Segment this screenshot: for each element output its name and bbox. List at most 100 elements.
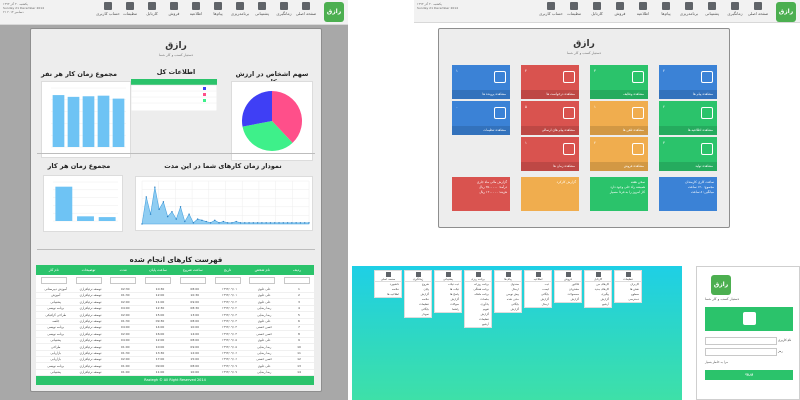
dashboard-tile[interactable]: ۲ مشاهده اطلاعیه ها [659,101,717,135]
nav-gear[interactable]: تنظیمات [118,2,142,16]
nav-cart[interactable]: فروش [608,2,632,16]
dropdown-item[interactable]: دسترسی [615,297,641,302]
nav-gear[interactable]: تنظیمات [562,2,586,16]
nav-mail[interactable]: پیام‌ها [206,2,230,16]
table-header-cell[interactable]: تاریخ [214,268,242,272]
table-header-cell[interactable]: نام کار [40,268,68,272]
nav-clock[interactable]: زمانگیری [723,2,747,16]
table-cell: طراحی گرافیکی [45,312,67,317]
dropdown-item[interactable]: ارسال [525,302,551,307]
nav-calendar[interactable]: برنامه‌ریزی [228,2,252,16]
table-cell: 2 [298,293,300,298]
remember-me-checkbox[interactable]: مرا به خاطر بسپار [705,360,728,364]
table-filter-input[interactable] [145,277,171,284]
dropdown-item[interactable]: نمودار [405,312,431,317]
tile-link[interactable]: مشاهده پیام های ارسالی [521,126,579,135]
mail-icon [214,2,222,10]
dropdown-header[interactable]: پیام ها [495,272,521,282]
dropdown-item[interactable]: گزارش [555,297,581,302]
table-filter-input[interactable] [179,277,206,284]
table-header-cell[interactable]: توضیحات [75,268,103,272]
tile-link[interactable]: مشاهده اطلاعیه ها [659,126,717,135]
dashboard-tile[interactable]: ۳ مشاهده تولید [659,137,717,171]
table-cell: برنامه نویسی [47,363,65,368]
dropdown-item[interactable]: آرشیو [465,322,491,327]
table-header-cell[interactable]: مدت [109,268,137,272]
nav-megaphone[interactable]: اطلاعیه [184,2,208,16]
dropdown-item[interactable]: اطلاعیه ها [375,292,401,297]
nav-megaphone[interactable]: اطلاعیه [631,2,655,16]
table-filter-input[interactable] [40,277,67,284]
dropdown-item[interactable]: گزارش [495,307,521,312]
dropdown-header[interactable]: برنامه ریزی [465,272,491,282]
dashboard-tile[interactable]: ۳ مشاهده وظایف [590,65,648,99]
nav-cart[interactable]: فروش [162,2,186,16]
cart-icon [170,2,178,10]
table-cell: 15:00 [190,357,200,362]
app-logo[interactable]: رازق [324,2,344,22]
table-filter-input[interactable] [75,277,102,284]
dropdown-header[interactable]: اطلاعیه [525,272,551,282]
dashboard-tile[interactable]: ۱ مشاهده تلفن ها [590,101,648,135]
dashboard-tile[interactable]: ۴ مشاهده درخواست ها [521,65,579,99]
table-header-cell[interactable]: ساعت پایان [144,268,172,272]
password-field[interactable] [705,348,777,356]
dashboard-tile[interactable]: ۰ مشاهده تنظیمات [452,101,510,135]
tile-link[interactable]: مشاهده فروش [590,162,648,171]
nav-grid[interactable]: کارتابل [140,2,164,16]
table-header-cell[interactable]: ردیف [283,268,311,272]
table-cell: 10 [297,344,301,349]
table-filter-input[interactable] [110,277,137,284]
tile-link[interactable]: مشاهده تولید [659,162,717,171]
table-filter-input[interactable] [249,277,276,284]
tile-link[interactable]: مشاهده تلفن ها [590,126,648,135]
nav-dropdown-menu: کارتابل کارهای من کارهای جدید پیگیری گزارش آر… [584,270,612,308]
nav-home[interactable]: صفحه اصلی [746,2,770,16]
nav-home[interactable]: صفحه اصلی [294,2,318,16]
tile-link[interactable]: مشاهده پرونده ها [452,90,510,99]
table-cell: 09:00 [190,344,200,349]
nav-ticket[interactable]: پشتیبانی [700,2,724,16]
login-submit-button[interactable]: ورود [705,370,793,380]
dashboard-tile[interactable]: ۲ مشاهده فروش [590,137,648,171]
tile-link[interactable]: مشاهده تنظیمات [452,126,510,135]
area-point [252,222,255,224]
nav-mail[interactable]: پیام‌ها [654,2,678,16]
grid-icon [593,2,601,10]
dropdown-header[interactable]: پشتیبانی [435,272,461,282]
dashboard-tile[interactable]: ۲ مشاهده پیام ها [659,65,717,99]
nav-user[interactable]: حساب کاربری [539,2,563,16]
dropdown-header[interactable]: فروش [555,272,581,282]
dashboard-tile[interactable]: ۵ مشاهده پیام های ارسالی [521,101,579,135]
nav-ticket[interactable]: پشتیبانی [250,2,274,16]
nav-label: حساب کاربری [539,11,563,16]
table-header-cell[interactable]: نام شخص [248,268,276,272]
tile-link[interactable]: مشاهده پیام ها [659,90,717,99]
dropdown-header[interactable]: تنظیمات [615,272,641,282]
table-header-cell[interactable]: ساعت شروع [179,268,207,272]
timeline-area-chart [141,180,310,225]
dropdown-item[interactable]: آرشیو [585,302,611,307]
dropdown-item[interactable]: راهنما [435,307,461,312]
tile-link[interactable]: مشاهده زمان ها [521,162,579,171]
table-filter-input[interactable] [214,277,241,284]
nav-user[interactable]: حساب کاربری [96,2,120,16]
table-filter-input[interactable] [284,277,310,284]
dropdown-header[interactable]: زمانگیری [405,272,431,282]
table-cell: ۱۳۹۳/۰۹/۰۱ [222,293,237,298]
app-logo-2[interactable]: رازق [776,2,796,22]
username-field[interactable] [705,337,777,345]
tile-link[interactable]: مشاهده درخواست ها [521,90,579,99]
table-cell: توسعه نرم‌افزاری [79,370,102,375]
table-cell: توسعه نرم‌افزاری [79,299,102,304]
nav-clock[interactable]: زمانگیری [272,2,296,16]
tile-link[interactable]: مشاهده وظایف [590,90,648,99]
nav-grid[interactable]: کارتابل [585,2,609,16]
dropdown-header[interactable]: کارتابل [585,272,611,282]
dashboard-tile[interactable]: ۱ مشاهده پرونده ها [452,65,510,99]
dropdown-header[interactable]: صفحه اصلی [375,272,401,282]
area-point [218,222,220,224]
dashboard-tile[interactable]: ۱ مشاهده زمان ها [521,137,579,171]
nav-calendar[interactable]: برنامه‌ریزی [677,2,701,16]
date-display-2: یکشنبه ۳۰ آذر ۱۳۹۳ Sunday 21 December 20… [417,2,458,10]
